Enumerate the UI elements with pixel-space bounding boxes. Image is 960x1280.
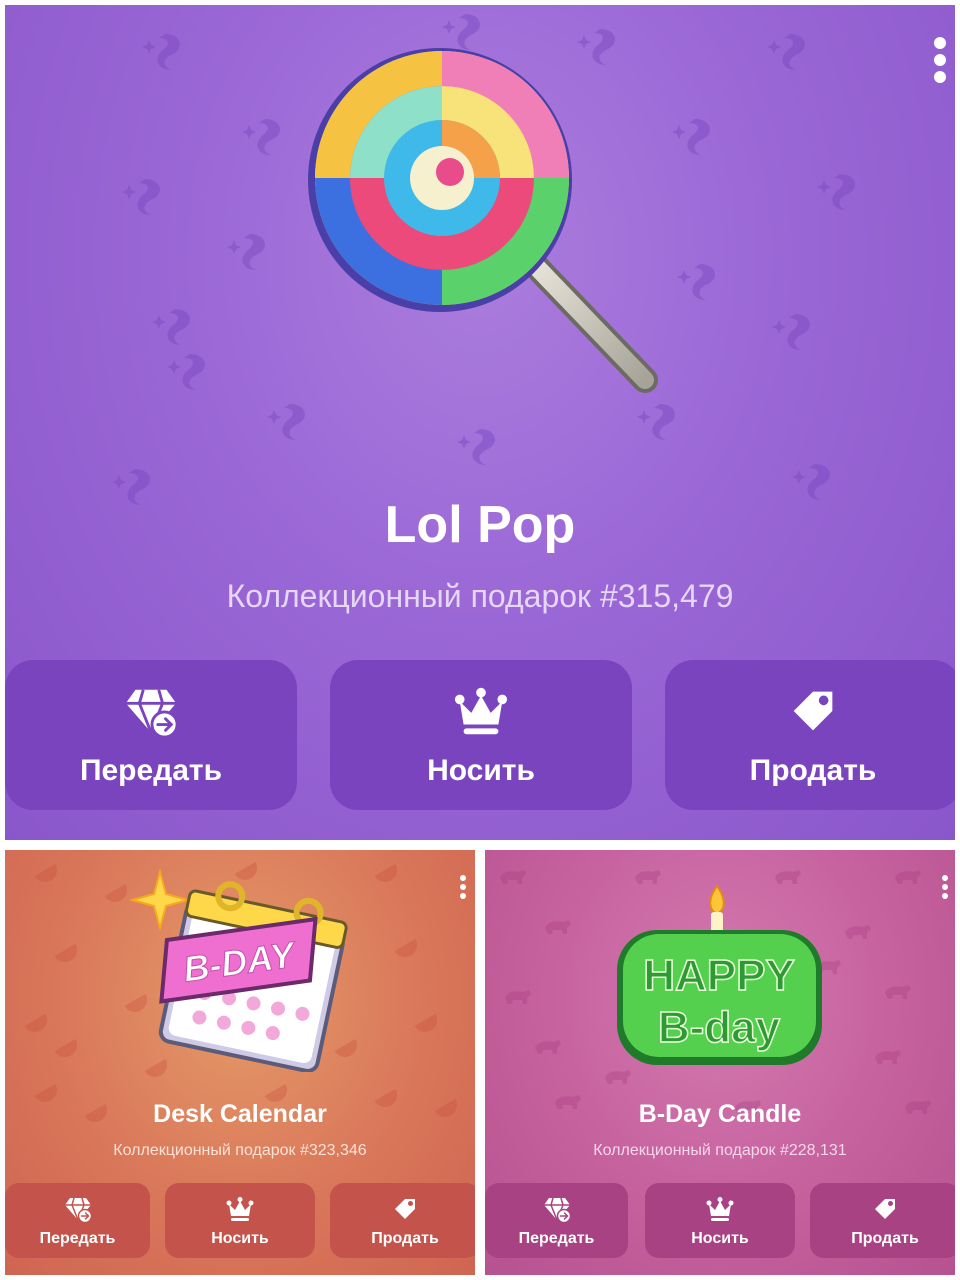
- sparkle-swirl-icon: [672, 119, 710, 155]
- transfer-label: Передать: [39, 1229, 116, 1247]
- transfer-button[interactable]: Передать: [485, 1183, 628, 1258]
- bear-icon: [885, 985, 911, 999]
- sparkle-swirl-icon: [167, 354, 205, 390]
- diamond-transfer-icon: [64, 1197, 92, 1223]
- sell-label: Продать: [371, 1229, 439, 1247]
- sparkle-swirl-icon: [122, 179, 160, 215]
- candle-text-line2: B-day: [658, 1003, 781, 1052]
- gift-card-b-day-candle: HAPPY B-day B-Day Candle Коллекционный п…: [485, 850, 955, 1275]
- candle-text-line1: HAPPY: [643, 951, 795, 1000]
- diamond-transfer-icon: [543, 1197, 571, 1223]
- orange-slice-icon: [104, 884, 127, 902]
- wear-label: Носить: [427, 754, 535, 787]
- desk-calendar-icon: B-DAY: [130, 868, 348, 1072]
- sparkle-swirl-icon: [817, 174, 855, 210]
- bear-icon: [505, 990, 531, 1004]
- birthday-candle-icon: HAPPY B-day: [617, 884, 822, 1065]
- sparkle-swirl-icon: [152, 309, 190, 345]
- gift-card-lol-pop: Lol Pop Коллекционный подарок #315,479 П…: [5, 5, 955, 840]
- transfer-label: Передать: [518, 1229, 595, 1247]
- sell-button[interactable]: Продать: [810, 1183, 955, 1258]
- orange-slice-icon: [414, 1014, 437, 1032]
- transfer-button[interactable]: Передать: [5, 1183, 150, 1258]
- gift-title: Desk Calendar: [153, 1100, 327, 1128]
- gift-subtitle: Коллекционный подарок #228,131: [593, 1142, 847, 1159]
- orange-slice-icon: [394, 939, 417, 957]
- price-tag-icon: [395, 1198, 415, 1219]
- sparkle-swirl-icon: [767, 34, 805, 70]
- transfer-button[interactable]: Передать: [5, 660, 297, 810]
- crown-icon: [226, 1196, 254, 1221]
- price-tag-icon: [875, 1198, 895, 1219]
- sell-label: Продать: [851, 1229, 919, 1247]
- sell-button[interactable]: Продать: [665, 660, 955, 810]
- gift-subtitle: Коллекционный подарок #323,346: [113, 1142, 367, 1159]
- wear-label: Носить: [211, 1229, 269, 1247]
- bear-icon: [895, 870, 921, 884]
- wear-button[interactable]: Носить: [330, 660, 632, 810]
- wear-button[interactable]: Носить: [165, 1183, 315, 1258]
- sell-button[interactable]: Продать: [330, 1183, 475, 1258]
- bear-icon: [875, 1050, 901, 1064]
- sparkle-swirl-icon: [457, 429, 495, 465]
- sparkle-swirl-icon: [677, 264, 715, 300]
- wear-label: Носить: [691, 1229, 749, 1247]
- orange-slice-icon: [54, 1039, 77, 1057]
- sparkle-swirl-icon: [772, 314, 810, 350]
- orange-slice-icon: [374, 864, 397, 882]
- bear-icon: [500, 870, 526, 884]
- gift-card-desk-calendar: B-DAY Desk Calendar Коллекционный подаро…: [5, 850, 475, 1275]
- transfer-label: Передать: [79, 754, 223, 787]
- gift-subtitle: Коллекционный подарок #315,479: [226, 578, 734, 614]
- gift-title: B-Day Candle: [638, 1100, 802, 1128]
- diamond-transfer-icon: [125, 689, 179, 739]
- bear-icon: [845, 925, 871, 939]
- bear-icon: [545, 920, 571, 934]
- more-menu-icon[interactable]: [930, 35, 950, 85]
- sparkle-swirl-icon: [637, 404, 675, 440]
- orange-slice-icon: [24, 1014, 47, 1032]
- orange-slice-icon: [34, 864, 57, 882]
- crown-icon: [706, 1196, 734, 1221]
- sparkle-swirl-icon: [142, 34, 180, 70]
- sparkle-swirl-icon: [227, 234, 265, 270]
- bear-icon: [535, 1040, 561, 1054]
- crown-icon: [454, 687, 508, 735]
- wear-button[interactable]: Носить: [645, 1183, 795, 1258]
- price-tag-icon: [793, 691, 833, 731]
- more-menu-icon[interactable]: [458, 875, 468, 899]
- sparkle-swirl-icon: [267, 404, 305, 440]
- orange-slice-icon: [54, 944, 77, 962]
- sparkle-swirl-icon: [242, 119, 280, 155]
- more-menu-icon[interactable]: [940, 875, 950, 899]
- sell-label: Продать: [749, 754, 877, 787]
- lollipop-icon: [308, 48, 658, 393]
- bear-icon: [605, 1070, 631, 1084]
- gift-title: Lol Pop: [384, 496, 576, 554]
